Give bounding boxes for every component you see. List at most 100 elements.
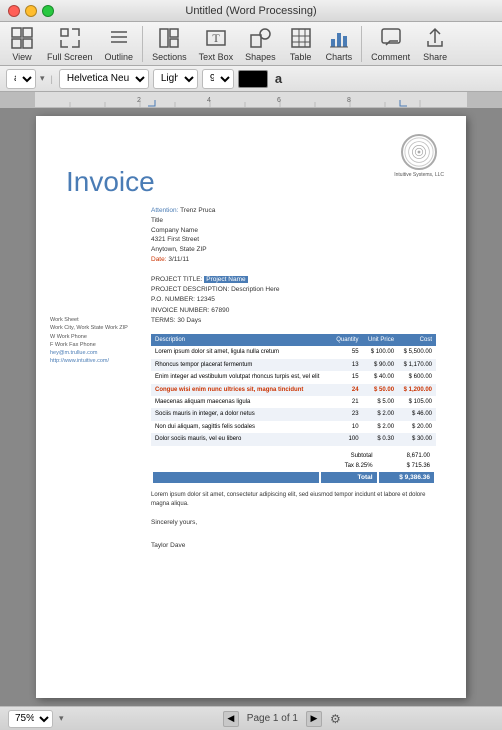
project-info-section: PROJECT TITLE: Project Name PROJECT DESC…	[151, 275, 436, 552]
toolbar-fullscreen[interactable]: Full Screen	[42, 24, 98, 64]
weight-select[interactable]: Light	[153, 69, 198, 89]
table-row: Rhoncus tempor placerat fermentum 13 $ 9…	[151, 359, 436, 371]
fullscreen-label: Full Screen	[47, 52, 93, 62]
close-button[interactable]	[8, 5, 20, 17]
document-page[interactable]: Intuitive Systems, LLC Invoice Attention…	[36, 116, 466, 698]
col-quantity: Quantity	[331, 334, 363, 346]
color-picker[interactable]	[238, 70, 268, 88]
toolbar-comment[interactable]: Comment	[366, 24, 415, 64]
project-desc-label: PROJECT DESCRIPTION:	[151, 286, 229, 293]
toolbar-sep-2	[361, 26, 362, 62]
table-row: Sociis mauris in integer, a dolor netus …	[151, 408, 436, 420]
shapes-icon	[248, 26, 272, 50]
tax-value: $ 715.36	[379, 462, 434, 470]
row-qty: 24	[331, 384, 363, 396]
row-cost: $ 1,200.00	[398, 384, 436, 396]
row-qty: 21	[331, 396, 363, 408]
toolbar-share[interactable]: Share	[417, 24, 453, 64]
invoice-title: Invoice	[66, 166, 436, 198]
style-arrow: ▾	[40, 73, 45, 84]
toolbar-textbox[interactable]: T Text Box	[194, 24, 239, 64]
next-page-button[interactable]: ▶	[306, 711, 322, 727]
row-unit: $ 2.00	[363, 408, 398, 420]
sections-icon	[157, 26, 181, 50]
subtotal-value: 8,671.00	[379, 452, 434, 460]
sections-label: Sections	[152, 52, 187, 62]
comment-icon	[379, 26, 403, 50]
table-row: Dolor sociis mauris, vel eu libero 100 $…	[151, 433, 436, 445]
textbox-label: Text Box	[199, 52, 234, 62]
maximize-button[interactable]	[42, 5, 54, 17]
row-desc: Congue wisi enim nunc ultrices sit, magn…	[151, 384, 331, 396]
closing: Sincerely yours,	[151, 517, 436, 529]
fullscreen-icon	[58, 26, 82, 50]
toolbar-charts[interactable]: Charts	[321, 24, 358, 64]
subtotal-label: Subtotal	[321, 452, 376, 460]
prev-page-button[interactable]: ◀	[223, 711, 239, 727]
zoom-select[interactable]: 75%	[8, 710, 53, 728]
toolbar-table[interactable]: Table	[283, 24, 319, 64]
svg-text:2: 2	[137, 97, 141, 104]
row-cost: $ 5,500.00	[398, 346, 436, 358]
row-desc: Lorem ipsum dolor sit amet, ligula nulla…	[151, 346, 331, 358]
row-desc: Dolor sociis mauris, vel eu libero	[151, 433, 331, 445]
signature: Taylor Dave	[151, 540, 436, 552]
textbox-icon: T	[204, 26, 228, 50]
font-select[interactable]: Helvetica Neue	[59, 69, 149, 89]
page-area: Intuitive Systems, LLC Invoice Attention…	[0, 108, 502, 706]
row-qty: 13	[331, 359, 363, 371]
toolbar-shapes[interactable]: Shapes	[240, 24, 281, 64]
row-desc: Non dui aliquam, sagittis felis sodales	[151, 421, 331, 433]
row-unit: $ 50.00	[363, 384, 398, 396]
subtotals-table: Subtotal 8,671.00 Tax 8.25% $ 715.36 Tot…	[151, 450, 436, 485]
table-row: Maecenas aliquam maecenas ligula 21 $ 5.…	[151, 396, 436, 408]
row-qty: 23	[331, 408, 363, 420]
toolbar-view[interactable]: View	[4, 24, 40, 64]
size-select[interactable]: 9	[202, 69, 234, 89]
attention-value: Trenz Pruca	[180, 207, 215, 214]
project-desc-value: Description Here	[231, 286, 279, 293]
logo-circle	[401, 134, 437, 170]
toolbar-sep-1	[142, 26, 143, 62]
row-cost: $ 30.00	[398, 433, 436, 445]
svg-text:T: T	[212, 31, 220, 45]
terms: TERMS: 30 Days	[151, 317, 201, 324]
row-cost: $ 20.00	[398, 421, 436, 433]
settings-icon[interactable]: ⚙	[330, 712, 341, 726]
email: hey@m.trullue.com	[50, 349, 130, 357]
project-info: PROJECT TITLE: Project Name PROJECT DESC…	[151, 275, 436, 327]
svg-text:4: 4	[207, 97, 211, 104]
minimize-button[interactable]	[25, 5, 37, 17]
outline-icon	[107, 26, 131, 50]
view-label: View	[12, 52, 31, 62]
view-icon	[10, 26, 34, 50]
window-title: Untitled (Word Processing)	[185, 5, 316, 17]
row-desc: Maecenas aliquam maecenas ligula	[151, 396, 331, 408]
work-phone: W Work Phone	[50, 333, 130, 341]
tax-label: Tax 8.25%	[321, 462, 376, 470]
col-cost: Cost	[398, 334, 436, 346]
share-label: Share	[423, 52, 447, 62]
row-qty: 10	[331, 421, 363, 433]
zoom-arrow: ▾	[59, 713, 64, 724]
page-info: Page 1 of 1	[247, 713, 298, 724]
svg-text:6: 6	[277, 97, 281, 104]
row-unit: $ 0.30	[363, 433, 398, 445]
table-row: Lorem ipsum dolor sit amet, ligula nulla…	[151, 346, 436, 358]
po-number: P.O. NUMBER: 12345	[151, 296, 215, 303]
col-description: Description	[151, 334, 331, 346]
comment-label: Comment	[371, 52, 410, 62]
row-desc: Sociis mauris in integer, a dolor netus	[151, 408, 331, 420]
toolbar-sections[interactable]: Sections	[147, 24, 192, 64]
row-desc: Enim integer ad vestibulum volutpat rhon…	[151, 371, 331, 383]
worksheet: Work Sheet	[50, 316, 130, 324]
company-logo: Intuitive Systems, LLC	[394, 134, 444, 178]
table-label: Table	[290, 52, 312, 62]
row-cost: $ 1,170.00	[398, 359, 436, 371]
window-controls[interactable]	[8, 5, 54, 17]
total-value: $ 9,386.36	[379, 472, 434, 483]
main-toolbar: View Full Screen Outline Sections T Text…	[0, 22, 502, 66]
date-label: Date:	[151, 256, 167, 263]
style-select[interactable]: a	[6, 69, 36, 89]
toolbar-outline[interactable]: Outline	[100, 24, 139, 64]
